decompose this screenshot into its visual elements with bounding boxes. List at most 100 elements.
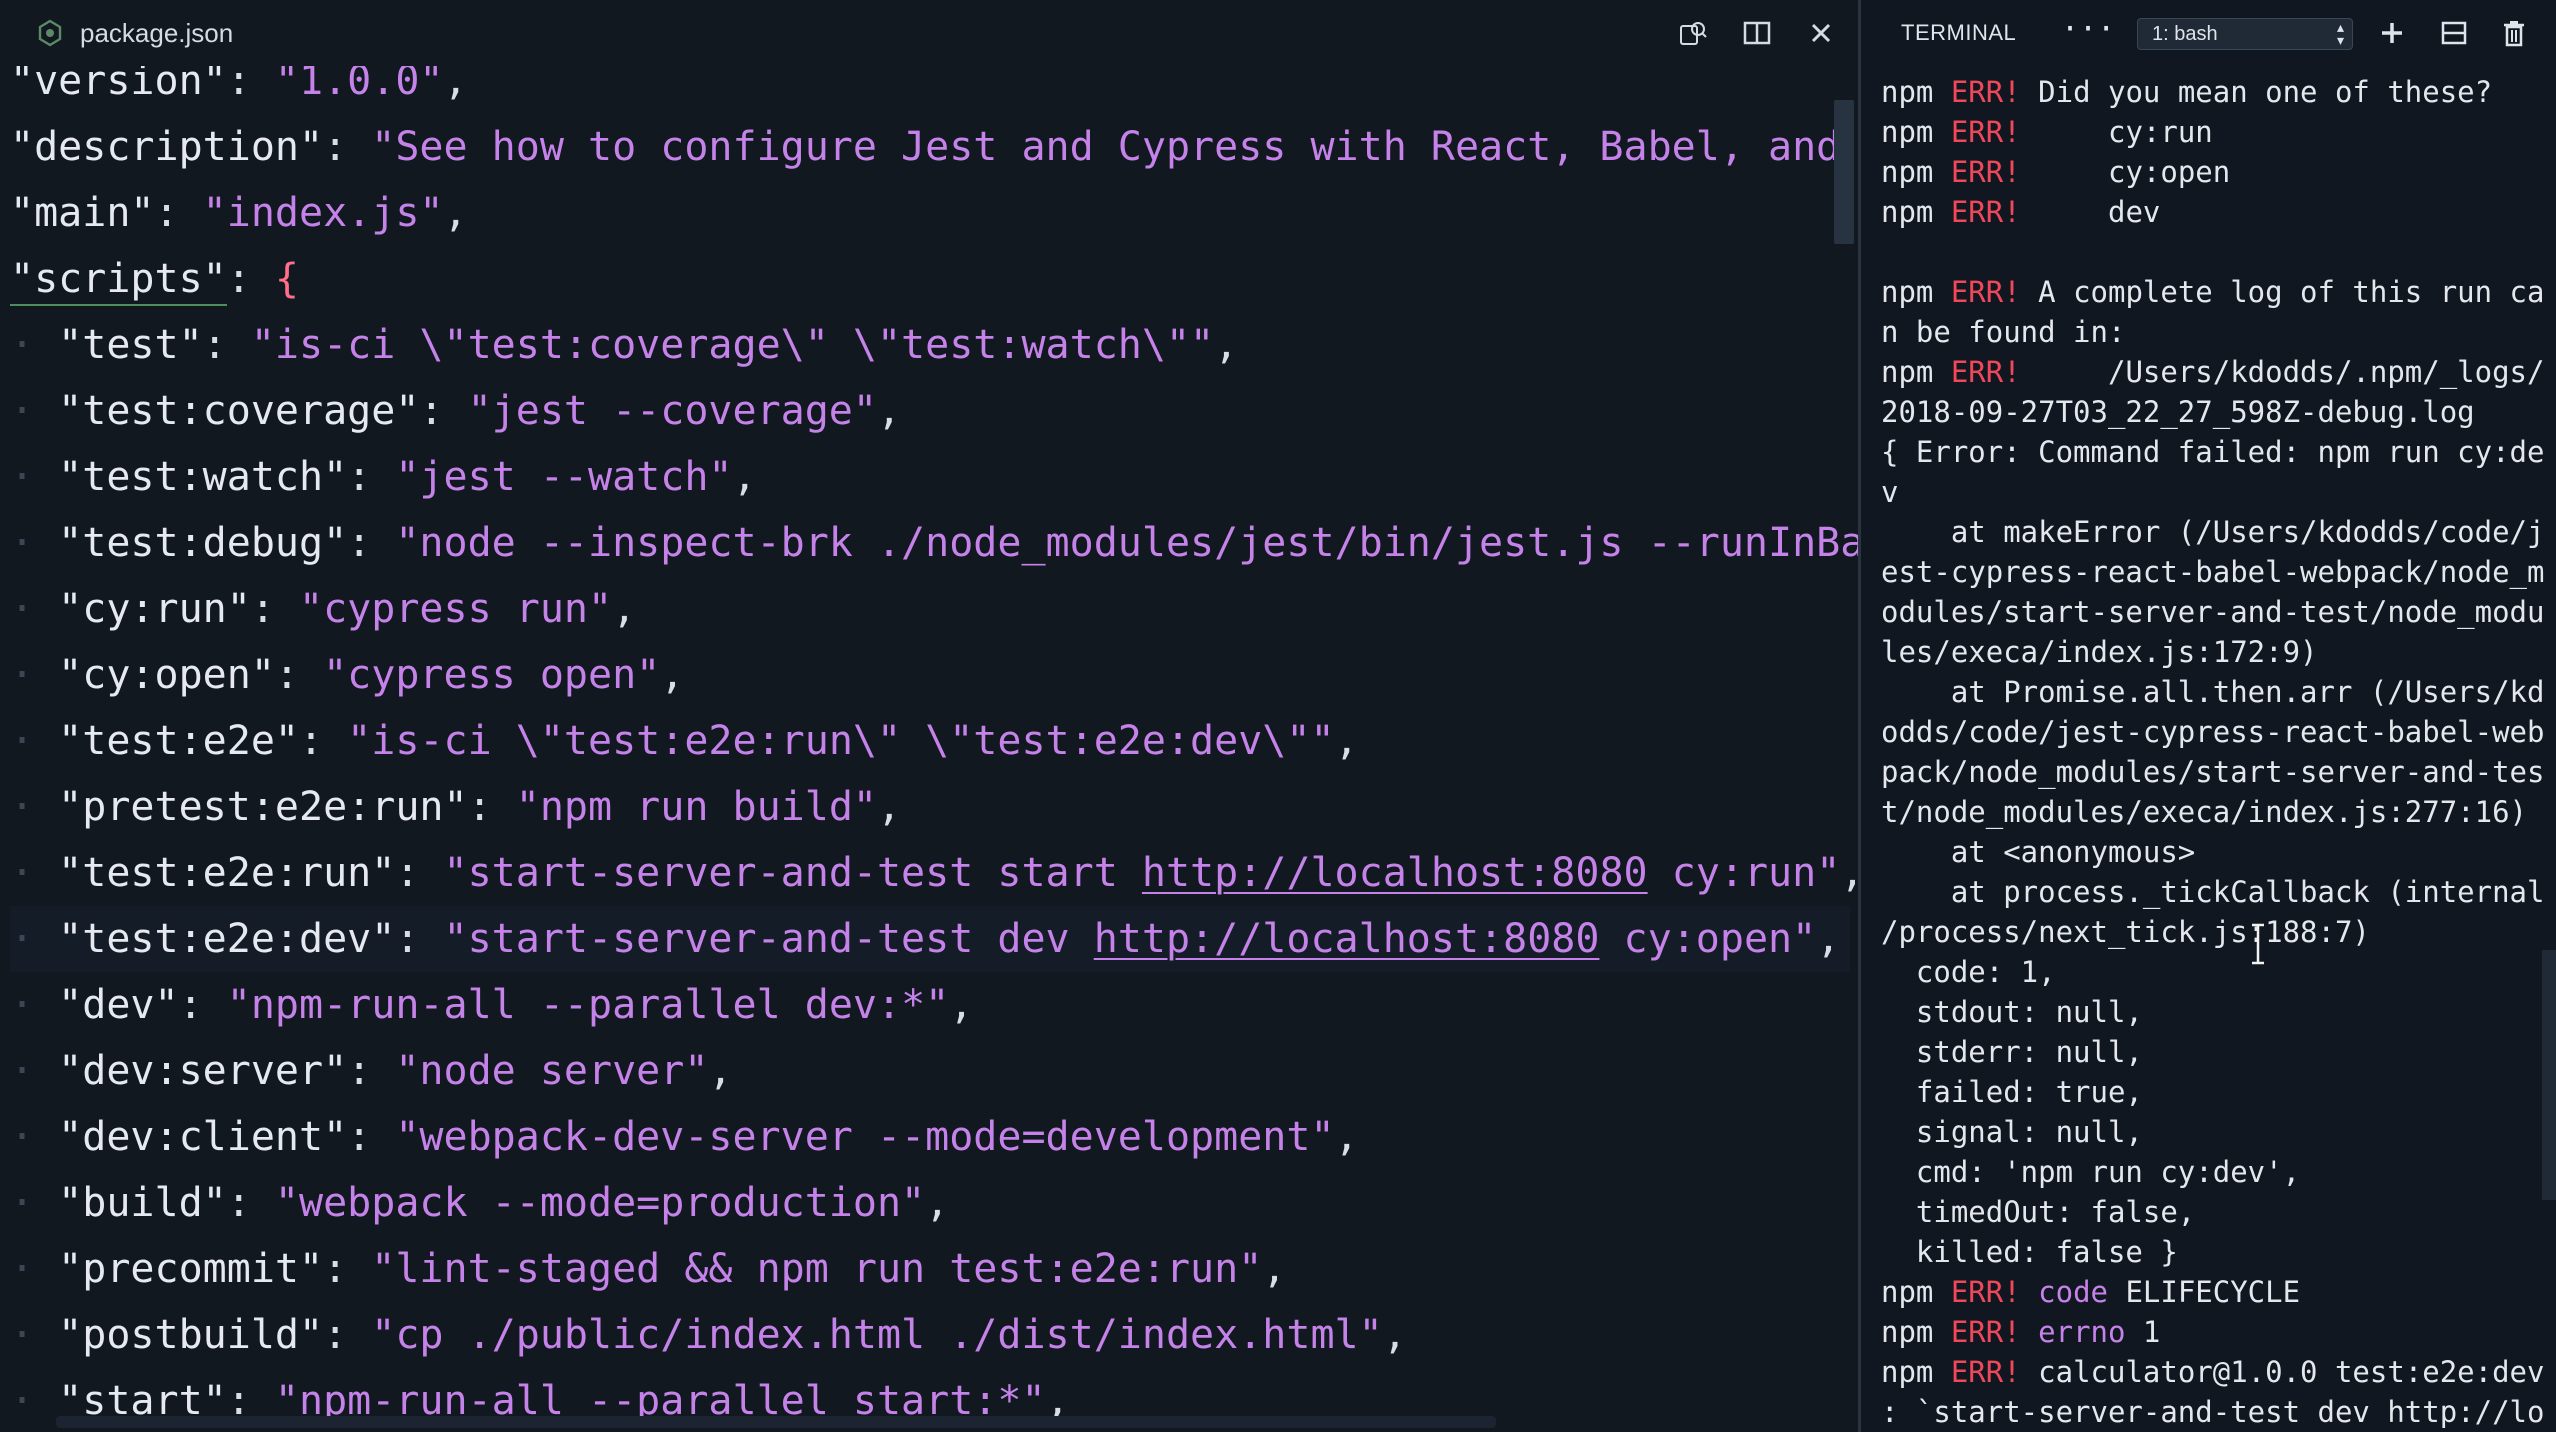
terminal-line: les/execa/index.js:172:9): [1881, 632, 2541, 672]
terminal-text: code: [2038, 1275, 2108, 1309]
terminal-line: /process/next_tick.js:188:7): [1881, 912, 2541, 952]
terminal-text: ELIFECYCLE: [2108, 1275, 2301, 1309]
terminal-text: npm: [1881, 355, 1951, 389]
code-line[interactable]: · "pretest:e2e:run": "npm run build",: [10, 774, 1850, 840]
code-token: {: [274, 256, 300, 302]
npm-err-label: ERR!: [1950, 1355, 2021, 1389]
terminal-text: npm: [1881, 1275, 1951, 1309]
code-line[interactable]: · "test:watch": "jest --watch",: [10, 444, 1850, 510]
terminal-line: odules/start-server-and-test/node_modu: [1881, 592, 2545, 632]
code-token: "cy:open": [58, 652, 275, 698]
code-line[interactable]: · "build": "webpack --mode=production",: [10, 1170, 1850, 1236]
code-token: :: [395, 916, 444, 962]
code-token: "test:e2e:run": [58, 850, 396, 896]
more-actions-icon[interactable]: ···: [2061, 0, 2115, 66]
terminal-line: npm ERR! Did you mean one of these?: [1881, 72, 2541, 112]
code-token: ,: [1214, 322, 1239, 368]
code-token: "node server": [395, 1048, 709, 1094]
code-token: ,: [1334, 718, 1359, 764]
terminal-panel[interactable]: TERMINAL ··· 1: bash ▴ ▾ npm ERR! Did you…: [1861, 0, 2556, 1432]
code-link[interactable]: http://localhost:8080: [1094, 916, 1600, 962]
code-token: ,: [732, 454, 757, 500]
editor-actions: [1652, 0, 1844, 66]
code-token: ,: [876, 784, 902, 830]
indent-guide: ·: [10, 1114, 59, 1160]
tab-package-json[interactable]: package.json: [0, 0, 300, 66]
code-token: "dev:server": [58, 1048, 348, 1094]
open-preview-icon[interactable]: [1670, 10, 1716, 56]
code-line[interactable]: · "test": "is-ci \"test:coverage\" \"tes…: [10, 312, 1850, 378]
code-token: "webpack-dev-server --mode=development": [395, 1114, 1335, 1160]
terminal-text: timedOut: false,: [1881, 1195, 2196, 1229]
editor-vertical-scrollbar[interactable]: [1834, 100, 1854, 244]
code-line[interactable]: · "test:e2e:run": "start-server-and-test…: [10, 840, 1858, 906]
npm-err-label: ERR!: [1950, 275, 2021, 309]
code-line[interactable]: · "dev:client": "webpack-dev-server --mo…: [10, 1104, 1850, 1170]
terminal-text: stdout: null,: [1881, 995, 2143, 1029]
editor-pane[interactable]: package.json "version": "1.0.0", "descrip…: [0, 0, 1858, 1432]
indent-guide: ·: [10, 388, 59, 434]
code-line[interactable]: · "precommit": "lint-staged && npm run t…: [10, 1236, 1850, 1302]
editor-horizontal-scrollbar[interactable]: [56, 1416, 1496, 1428]
code-line[interactable]: · "cy:open": "cypress open",: [10, 642, 1850, 708]
code-line[interactable]: "main": "index.js",: [10, 180, 1850, 246]
terminal-line: 2018-09-27T03_22_27_598Z-debug.log: [1881, 392, 2541, 432]
terminal-text: at makeError (/Users/kdodds/code/j: [1881, 515, 2545, 549]
code-line[interactable]: · "test:e2e": "is-ci \"test:e2e:run\" \"…: [10, 708, 1850, 774]
terminal-shell-value: 1: bash: [2152, 23, 2218, 45]
terminal-text: pack/node_modules/start-server-and-tes: [1881, 755, 2545, 789]
code-line[interactable]: · "cy:run": "cypress run",: [10, 576, 1850, 642]
plus-icon[interactable]: [2369, 10, 2415, 56]
terminal-output[interactable]: npm ERR! Did you mean one of these? npm E…: [1881, 72, 2545, 1432]
trash-icon[interactable]: [2491, 10, 2537, 56]
terminal-text: 1: [2125, 1315, 2161, 1349]
terminal-text: npm: [1881, 275, 1951, 309]
terminal-text: 2018-09-27T03_22_27_598Z-debug.log: [1881, 395, 2475, 429]
terminal-tab[interactable]: TERMINAL: [1901, 0, 2016, 66]
code-token: "dev:client": [58, 1114, 348, 1160]
close-icon[interactable]: [1798, 10, 1844, 56]
code-line[interactable]: · "test:debug": "node --inspect-brk ./no…: [10, 510, 1858, 576]
terminal-text: odules/start-server-and-test/node_modu: [1881, 595, 2545, 629]
code-link[interactable]: http://localhost:8080: [1142, 850, 1648, 896]
terminal-line: failed: true,: [1881, 1072, 2541, 1112]
code-token: "cp ./public/index.html ./dist/index.htm…: [371, 1312, 1383, 1358]
terminal-line: : `start-server-and-test dev http://lo: [1881, 1392, 2545, 1432]
editor-tab-bar: package.json: [0, 0, 1858, 66]
code-token: :: [347, 520, 396, 566]
code-token: "test": [58, 322, 203, 368]
terminal-line: at <anonymous>: [1881, 832, 2541, 872]
code-line[interactable]: · "dev:server": "node server",: [10, 1038, 1850, 1104]
terminal-line: timedOut: false,: [1881, 1192, 2541, 1232]
code-line[interactable]: · "test:coverage": "jest --coverage",: [10, 378, 1850, 444]
terminal-shell-select[interactable]: 1: bash ▴ ▾: [2137, 18, 2353, 50]
npm-err-label: ERR!: [1950, 155, 2021, 189]
indent-guide: ·: [10, 322, 59, 368]
split-terminal-icon[interactable]: [2431, 10, 2477, 56]
terminal-scrollbar[interactable]: [2542, 950, 2556, 1200]
code-token: :: [250, 586, 299, 632]
code-token: "start-server-and-test start: [443, 850, 1142, 896]
indent-guide: ·: [10, 916, 59, 962]
code-token: "npm-run-all --parallel dev:*": [226, 982, 950, 1028]
code-line[interactable]: "scripts": {: [10, 246, 1850, 312]
code-line[interactable]: "description": "See how to configure Jes…: [10, 114, 1850, 180]
terminal-text: at process._tickCallback (internal: [1881, 875, 2545, 909]
code-line[interactable]: · "test:e2e:dev": "start-server-and-test…: [10, 906, 1850, 972]
split-editor-icon[interactable]: [1734, 10, 1780, 56]
code-token: "node --inspect-brk ./node_modules/jest/…: [395, 520, 1858, 566]
code-token: "cypress open": [323, 652, 661, 698]
code-token: "postbuild": [58, 1312, 324, 1358]
terminal-text: : `start-server-and-test dev http://lo: [1881, 1395, 2545, 1429]
terminal-text: errno: [2038, 1315, 2126, 1349]
code-area[interactable]: "version": "1.0.0", "description": "See h…: [10, 48, 1858, 1432]
terminal-text: A complete log of this run ca: [2020, 275, 2545, 309]
code-line[interactable]: · "dev": "npm-run-all --parallel dev:*",: [10, 972, 1850, 1038]
indent-guide: ·: [10, 718, 59, 764]
code-token: ,: [660, 652, 685, 698]
code-line[interactable]: · "postbuild": "cp ./public/index.html .…: [10, 1302, 1850, 1368]
code-token: :: [347, 454, 396, 500]
terminal-text: npm: [1881, 75, 1951, 109]
